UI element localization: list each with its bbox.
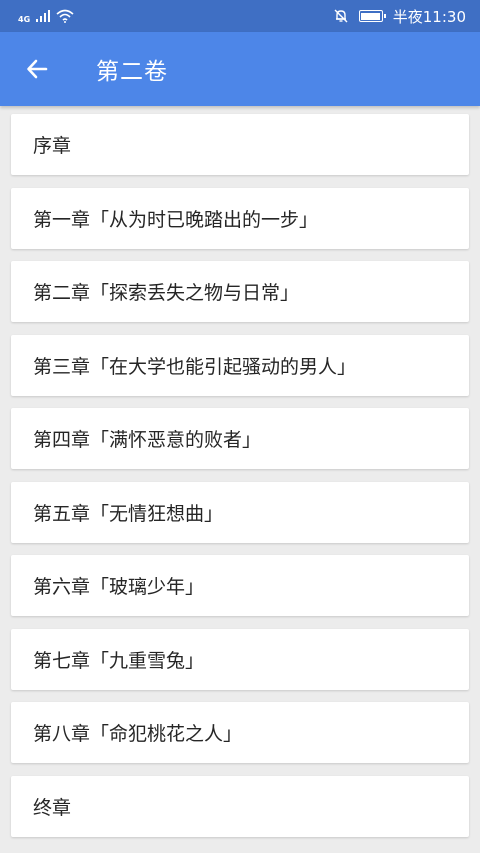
- chapter-item[interactable]: 第七章「九重雪兔」: [11, 628, 469, 690]
- chapter-label: 第四章「满怀恶意的败者」: [33, 429, 262, 451]
- chapter-label: 第二章「探索丢失之物与日常」: [33, 282, 300, 304]
- chapter-item[interactable]: 第八章「命犯桃花之人」: [11, 702, 469, 763]
- wifi-icon: [56, 9, 74, 23]
- status-time: 半夜11:30: [392, 7, 466, 26]
- chapter-item[interactable]: 序章: [11, 114, 469, 175]
- chapter-label: 第三章「在大学也能引起骚动的男人」: [33, 355, 357, 378]
- network-type-label: 4G: [18, 15, 31, 24]
- chapter-label: 第八章「命犯桃花之人」: [33, 723, 243, 745]
- chapter-label: 第七章「九重雪兔」: [33, 649, 205, 672]
- battery-icon: [358, 10, 386, 22]
- chapter-label: 第一章「从为时已晚踏出的一步」: [33, 208, 319, 231]
- mute-bell-icon: [334, 9, 348, 23]
- page-title: 第二卷: [96, 59, 168, 85]
- chapter-label: 终章: [33, 796, 72, 819]
- chapter-item[interactable]: 第一章「从为时已晚踏出的一步」: [11, 187, 469, 249]
- chapter-item[interactable]: 第三章「在大学也能引起骚动的男人」: [11, 334, 469, 396]
- chapter-list: 序章 第一章「从为时已晚踏出的一步」 第二章「探索丢失之物与日常」 第三章「在大…: [11, 114, 469, 849]
- chapter-item[interactable]: 第二章「探索丢失之物与日常」: [11, 261, 469, 322]
- chapter-label: 第六章「玻璃少年」: [33, 576, 205, 598]
- back-button[interactable]: [0, 32, 74, 106]
- app-bar: 第二卷: [0, 32, 480, 106]
- arrow-left-icon: [27, 59, 48, 79]
- signal-icon: [36, 10, 51, 22]
- status-left: 4G: [18, 8, 74, 24]
- chapter-item[interactable]: 第六章「玻璃少年」: [11, 555, 469, 616]
- chapter-label: 第五章「无情狂想曲」: [33, 502, 224, 525]
- chapter-item[interactable]: 第五章「无情狂想曲」: [11, 481, 469, 543]
- chapter-item[interactable]: 终章: [11, 775, 469, 837]
- chapter-label: 序章: [33, 135, 72, 157]
- status-right: 半夜11:30: [333, 6, 466, 27]
- status-bar: 4G 半夜11:30: [0, 0, 480, 32]
- chapter-item[interactable]: 第四章「满怀恶意的败者」: [11, 408, 469, 469]
